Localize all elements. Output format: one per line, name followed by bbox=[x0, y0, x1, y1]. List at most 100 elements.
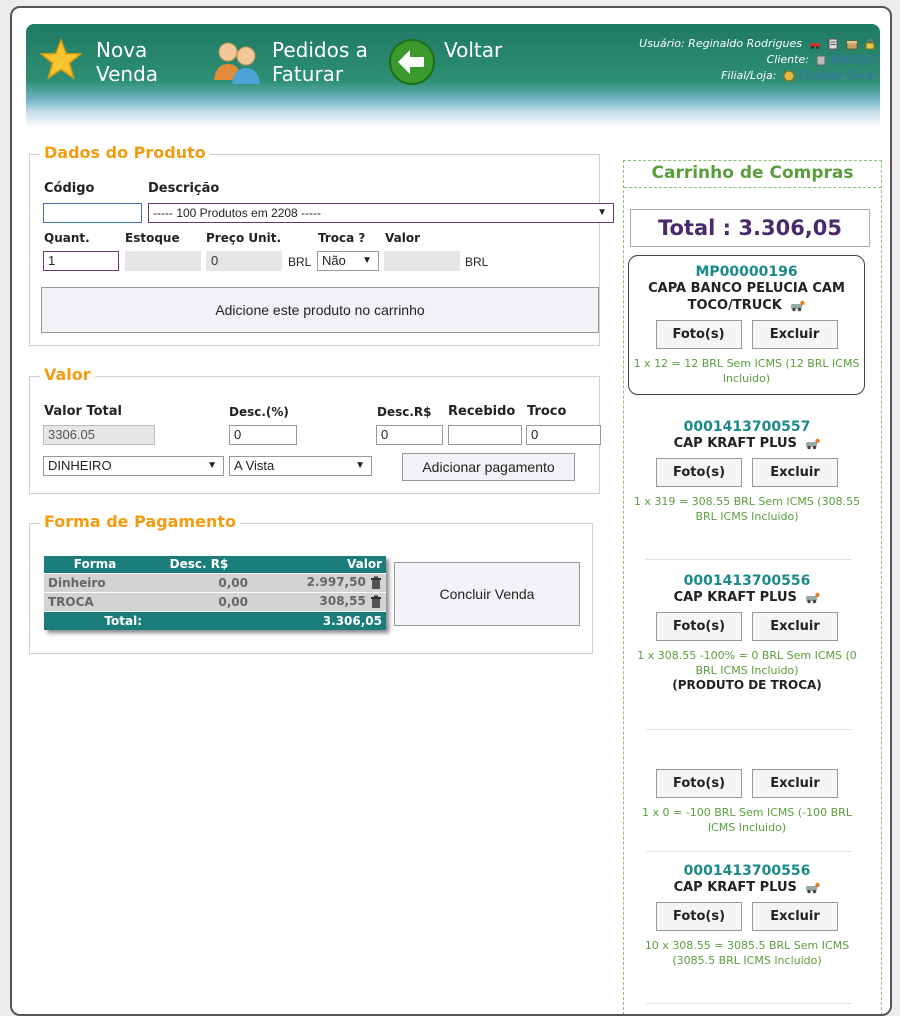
car-icon[interactable] bbox=[790, 299, 806, 312]
add-to-cart-button[interactable]: Adicione este produto no carrinho bbox=[41, 287, 599, 333]
item-divider bbox=[646, 729, 852, 730]
delete-button[interactable]: Excluir bbox=[752, 458, 838, 487]
delete-button[interactable]: Excluir bbox=[752, 902, 838, 931]
description-label: Descrição bbox=[148, 181, 220, 196]
item-exchange-note: (PRODUTO DE TROCA) bbox=[672, 678, 822, 692]
item-code: 0001413700556 bbox=[683, 863, 811, 879]
item-desc-wrap: CAP KRAFT PLUS bbox=[630, 435, 864, 452]
item-info: 1 x 319 = 308.55 BRL Sem ICMS (308.55 BR… bbox=[633, 495, 861, 523]
trash-icon[interactable] bbox=[370, 576, 382, 590]
payment-term-select[interactable]: A Vista ▼ bbox=[229, 456, 372, 476]
stock-field bbox=[125, 251, 201, 271]
document-icon[interactable] bbox=[827, 38, 839, 50]
cart-item: 0001413700556 CAP KRAFT PLUS Foto(s) Exc… bbox=[630, 863, 864, 968]
table-total-row: Total: 3.306,05 bbox=[44, 610, 386, 630]
lock-icon[interactable] bbox=[864, 38, 876, 50]
unit-price-currency: BRL bbox=[288, 255, 312, 269]
car-icon[interactable] bbox=[805, 437, 821, 450]
payment-method-select[interactable]: DINHEIRO ▼ bbox=[43, 456, 224, 476]
stock-label: Estoque bbox=[125, 231, 180, 245]
chevron-down-icon: ▼ bbox=[207, 460, 217, 471]
item-code: 0001413700556 bbox=[683, 573, 811, 589]
product-section: Dados do Produto Código Descrição ----- … bbox=[29, 143, 614, 346]
client-name: BALCAO bbox=[830, 53, 876, 66]
item-info: 10 x 308.55 = 3085.5 BRL Sem ICMS (3085.… bbox=[644, 939, 850, 967]
cart-item: MP00000196 CAPA BANCO PELUCIA CAM TOCO/T… bbox=[628, 255, 865, 395]
disc-brl-input[interactable]: 0 bbox=[376, 425, 443, 445]
disc-pct-input[interactable]: 0 bbox=[229, 425, 297, 445]
photos-button[interactable]: Foto(s) bbox=[656, 458, 742, 487]
row-valor-cell: 2.997,50 bbox=[252, 572, 386, 592]
row-desc: 0,00 bbox=[146, 572, 252, 592]
item-code: 0001413700557 bbox=[683, 419, 811, 435]
item-divider bbox=[646, 559, 852, 560]
box-icon[interactable] bbox=[846, 38, 858, 50]
photos-button[interactable]: Foto(s) bbox=[655, 320, 742, 349]
item-desc: CAP KRAFT PLUS bbox=[673, 590, 797, 605]
user-label: Usuário: bbox=[639, 37, 685, 50]
nav-nova-venda-line2: Venda bbox=[96, 62, 159, 86]
received-input[interactable] bbox=[448, 425, 522, 445]
nav-pedidos-line2: Faturar bbox=[272, 62, 344, 86]
back-arrow-icon bbox=[389, 39, 435, 85]
received-label: Recebido bbox=[448, 404, 516, 419]
item-desc: CAP KRAFT PLUS bbox=[673, 436, 797, 451]
item-code: MP00000196 bbox=[695, 264, 798, 280]
description-select-value: ----- 100 Produtos em 2208 ----- bbox=[153, 206, 322, 220]
car-icon[interactable] bbox=[805, 591, 821, 604]
photos-button[interactable]: Foto(s) bbox=[656, 612, 742, 641]
cart-item: Foto(s) Excluir 1 x 0 = -100 BRL Sem ICM… bbox=[630, 769, 864, 835]
cart-total: Total : 3.306,05 bbox=[630, 209, 870, 247]
change-input[interactable]: 0 bbox=[526, 425, 601, 445]
add-payment-button[interactable]: Adicionar pagamento bbox=[402, 453, 575, 481]
row-forma: Dinheiro bbox=[44, 572, 146, 592]
payment-legend: Forma de Pagamento bbox=[40, 512, 240, 531]
disc-brl-label: Desc.R$ bbox=[377, 405, 432, 419]
nav-voltar[interactable]: Voltar bbox=[388, 38, 502, 86]
photos-button[interactable]: Foto(s) bbox=[656, 902, 742, 931]
car-icon[interactable] bbox=[809, 38, 821, 50]
store-icon bbox=[783, 70, 795, 82]
car-icon[interactable] bbox=[805, 881, 821, 894]
chevron-down-icon: ▼ bbox=[597, 207, 607, 218]
item-divider bbox=[646, 1003, 852, 1004]
exchange-select[interactable]: Não ▼ bbox=[317, 251, 379, 271]
delete-button[interactable]: Excluir bbox=[752, 612, 838, 641]
nav-pedidos-faturar[interactable]: Pedidos a Faturar bbox=[212, 38, 368, 86]
delete-button[interactable]: Excluir bbox=[752, 769, 838, 798]
total-value: 3.306,05 bbox=[146, 610, 386, 630]
nav-pedidos-line1: Pedidos a bbox=[272, 38, 368, 62]
delete-button[interactable]: Excluir bbox=[751, 320, 838, 349]
col-forma: Forma bbox=[44, 556, 146, 573]
value-currency: BRL bbox=[465, 255, 489, 269]
payment-method-value: DINHEIRO bbox=[48, 458, 112, 473]
product-legend: Dados do Produto bbox=[40, 143, 210, 162]
code-input[interactable] bbox=[43, 203, 142, 223]
item-desc-wrap: CAP KRAFT PLUS bbox=[630, 589, 864, 606]
nav-nova-venda[interactable]: Nova Venda bbox=[40, 38, 158, 86]
chevron-down-icon: ▼ bbox=[355, 460, 365, 471]
nav-voltar-label: Voltar bbox=[444, 38, 503, 62]
item-info: 1 x 308.55 -100% = 0 BRL Sem ICMS (0 BRL… bbox=[637, 649, 857, 677]
qty-input[interactable]: 1 bbox=[43, 251, 119, 271]
cart-item: 0001413700557 CAP KRAFT PLUS Foto(s) Exc… bbox=[630, 419, 864, 524]
user-info: Usuário: Reginaldo Rodrigues Cliente: BA… bbox=[639, 36, 876, 84]
row-valor-cell: 308,55 bbox=[252, 591, 386, 611]
item-desc-wrap: CAPA BANCO PELUCIA CAM TOCO/TRUCK bbox=[631, 280, 862, 314]
cart-panel: Carrinho de Compras Total : 3.306,05 MP0… bbox=[623, 160, 882, 1014]
trash-icon[interactable] bbox=[370, 595, 382, 609]
item-desc: CAPA BANCO PELUCIA CAM TOCO/TRUCK bbox=[648, 281, 845, 313]
row-valor: 308,55 bbox=[319, 594, 366, 609]
branch-label: Filial/Loja: bbox=[721, 69, 777, 82]
cart-title: Carrinho de Compras bbox=[651, 163, 854, 183]
photos-button[interactable]: Foto(s) bbox=[656, 769, 742, 798]
item-desc-wrap: CAP KRAFT PLUS bbox=[630, 879, 864, 896]
payment-term-value: A Vista bbox=[234, 458, 275, 473]
conclude-sale-button[interactable]: Concluir Venda bbox=[394, 562, 580, 626]
building-icon bbox=[816, 55, 826, 66]
description-select[interactable]: ----- 100 Produtos em 2208 ----- ▼ bbox=[148, 203, 614, 223]
row-desc: 0,00 bbox=[146, 591, 252, 611]
payment-table: Forma Desc. R$ Valor Dinheiro 0,00 2.997… bbox=[44, 556, 386, 630]
row-forma: TROCA bbox=[44, 591, 146, 611]
total-value-label: Valor Total bbox=[44, 404, 122, 419]
